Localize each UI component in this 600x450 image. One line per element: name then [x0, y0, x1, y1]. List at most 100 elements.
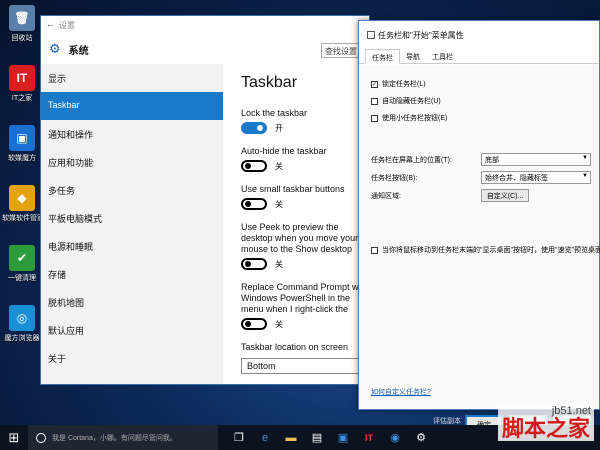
location-setting: Taskbar location on screen Bottom	[241, 342, 369, 374]
checkbox[interactable]: ✓	[371, 80, 378, 88]
gear-icon: ⚙	[49, 41, 61, 56]
toggle-knob	[245, 261, 251, 267]
dialog-tab[interactable]: 工具栏	[426, 49, 459, 63]
sidebar-item[interactable]: 电源和睡眠	[41, 232, 223, 260]
toggle-state: 关	[275, 259, 283, 269]
toggle-row: 关	[241, 258, 369, 270]
buttons-label: 任务栏按钮(B):	[371, 174, 418, 182]
toggle-state: 关	[275, 319, 283, 329]
desktop-icon[interactable]: ◆ 软媒软件管家	[2, 185, 42, 223]
cortana-search-text: 我是 Cortana，小娜。有问题尽管问我。	[52, 434, 177, 442]
cortana-icon	[36, 432, 46, 443]
browser-icon[interactable]: ◉	[382, 425, 408, 450]
desktop-icon[interactable]: 🗑 回收站	[2, 5, 42, 43]
setting-label: Auto-hide the taskbar	[241, 146, 327, 156]
sidebar-item[interactable]: 平板电脑模式	[41, 204, 223, 232]
app-icon: ◆	[9, 185, 35, 211]
watermark: jb51.net 脚本之家	[497, 405, 594, 441]
desktop-icon[interactable]: ◎ 魔方浏览器	[2, 305, 42, 343]
edge-browser-icon[interactable]: e	[252, 425, 278, 450]
sidebar-item[interactable]: 通知和操作	[41, 120, 223, 148]
task-view-icon[interactable]: ❐	[226, 425, 252, 450]
desktop-icon-label: 一键清理	[8, 275, 36, 282]
desktop-icon-label: 软媒魔方	[8, 155, 36, 162]
dialog-title: 任务栏和"开始"菜单属性	[378, 31, 464, 40]
sidebar-item[interactable]: 关于	[41, 344, 223, 372]
toggle-row: 关	[241, 160, 369, 172]
toggle-setting: Lock the taskbar 开	[241, 108, 369, 134]
sidebar-item[interactable]: Taskbar	[41, 92, 223, 120]
toggle-switch[interactable]	[241, 160, 267, 172]
dialog-body: ✓ 锁定任务栏(L) 自动隐藏任务栏(U) 使用小任务栏按钮(E) 任务栏在屏幕上的位…	[359, 65, 600, 430]
dialog-titlebar: 任务栏和"开始"菜单属性	[359, 21, 599, 49]
store-icon[interactable]: ▤	[304, 425, 330, 450]
page-title: 系统	[68, 45, 89, 57]
app-icon: 🗑	[9, 5, 35, 31]
desktop-icon[interactable]: ▣ 软媒魔方	[2, 125, 42, 163]
toggle-setting: Auto-hide the taskbar 关	[241, 146, 369, 172]
checkbox[interactable]	[371, 97, 378, 105]
taskbar-location-select[interactable]: Bottom	[241, 358, 369, 374]
toggle-switch[interactable]	[241, 198, 267, 210]
settings-gear-icon[interactable]: ⚙	[408, 425, 434, 450]
sidebar-item[interactable]: 应用和功能	[41, 148, 223, 176]
app-icon: ▣	[9, 125, 35, 151]
settings-content: Taskbar Lock the taskbar 开 Auto-hide the t…	[241, 74, 369, 384]
location-label: Taskbar location on screen	[241, 342, 349, 352]
toggle-knob	[245, 201, 251, 207]
back-arrow-icon[interactable]: ←	[46, 19, 55, 29]
desktop-icon[interactable]: IT IT之家	[2, 65, 42, 103]
toggle-setting: Use Peek to preview the desktop when you…	[241, 222, 369, 270]
help-link[interactable]: 如何自定义任务栏?	[371, 387, 431, 397]
sidebar-item[interactable]: 默认应用	[41, 316, 223, 344]
peek-label: 当你将鼠标移动到任务栏末端的"显示桌面"按钮时，使用"速览"预览桌面	[382, 247, 600, 254]
dialog-tab[interactable]: 任务栏	[365, 49, 400, 64]
peek-checkbox-row[interactable]: 当你将鼠标移动到任务栏末端的"显示桌面"按钮时，使用"速览"预览桌面	[371, 245, 600, 255]
app-icon: IT	[9, 65, 35, 91]
buttons-select[interactable]: 始终合并、隐藏标签 ▼	[481, 171, 591, 184]
desktop-icon-label: 魔方浏览器	[4, 335, 40, 342]
toggle-setting: Replace Command Prompt with Windows Powe…	[241, 282, 369, 330]
toggle-switch[interactable]	[241, 258, 267, 270]
desktop-icon-label: IT之家	[11, 95, 33, 102]
sidebar-item[interactable]: 显示	[41, 64, 223, 92]
content-heading: Taskbar	[241, 74, 298, 91]
checkbox[interactable]	[371, 114, 378, 122]
magic-cube-icon[interactable]: ▣	[330, 425, 356, 450]
settings-header: ⚙ 系统 查找设置	[41, 34, 369, 64]
settings-titlebar: ← 设置	[41, 16, 369, 34]
search-input[interactable]: 查找设置	[321, 43, 361, 58]
window-icon	[367, 31, 375, 39]
desktop-icon[interactable]: ✔ 一键清理	[2, 245, 42, 283]
toggle-state: 关	[275, 161, 283, 171]
peek-checkbox[interactable]	[371, 246, 378, 254]
toggle-knob	[245, 321, 251, 327]
sidebar-item[interactable]: 存储	[41, 260, 223, 288]
watermark-brand: 脚本之家	[497, 417, 594, 441]
cortana-search-box[interactable]: 我是 Cortana，小娜。有问题尽管问我。	[28, 425, 218, 450]
file-explorer-icon[interactable]: ▬	[278, 425, 304, 450]
toggle-switch[interactable]	[241, 318, 267, 330]
toggle-state: 关	[275, 199, 283, 209]
position-select[interactable]: 底部 ▼	[481, 153, 591, 166]
sidebar-item[interactable]: 脱机地图	[41, 288, 223, 316]
toggle-setting: Use small taskbar buttons 关	[241, 184, 369, 210]
ithome-icon[interactable]: IT	[356, 425, 382, 450]
checkbox-row[interactable]: 自动隐藏任务栏(U)	[371, 96, 441, 106]
settings-title-small: 设置	[59, 21, 75, 30]
windows-start-icon[interactable]: ⊞	[0, 425, 28, 450]
toggle-row: 关	[241, 318, 369, 330]
dialog-tab[interactable]: 导航	[400, 49, 426, 63]
chevron-down-icon: ▼	[582, 173, 588, 179]
sidebar-item[interactable]: 多任务	[41, 176, 223, 204]
taskbar-properties-dialog: 任务栏和"开始"菜单属性 任务栏 导航 工具栏 ✓ 锁定任务栏(L) 自动隐藏任务栏(U…	[358, 20, 600, 430]
toggle-switch[interactable]	[241, 122, 267, 134]
toggle-knob	[257, 125, 263, 131]
customize-button[interactable]: 自定义(C)...	[481, 189, 529, 202]
checkbox-label: 自动隐藏任务栏(U)	[382, 98, 441, 105]
checkbox-row[interactable]: 使用小任务栏按钮(E)	[371, 113, 447, 123]
toggle-state: 开	[275, 123, 283, 133]
toggle-row: 关	[241, 198, 369, 210]
desktop-icon-label: 回收站	[11, 35, 33, 42]
checkbox-row[interactable]: ✓ 锁定任务栏(L)	[371, 79, 426, 89]
